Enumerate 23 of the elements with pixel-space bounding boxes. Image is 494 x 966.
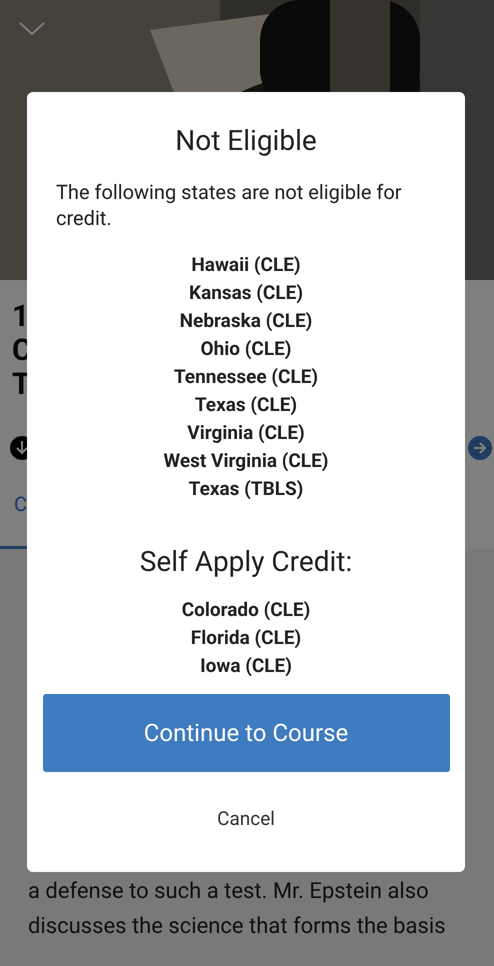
state-name: Colorado (CLE) — [182, 597, 310, 623]
state-name: Texas (CLE) — [194, 392, 298, 418]
dialog-message: The following states are not eligible for credit. — [56, 179, 403, 231]
state-name: Iowa (CLE) — [200, 653, 292, 679]
course-title: 1 — [12, 300, 30, 334]
state-name: Florida (CLE) — [190, 625, 302, 651]
description-text: a defense to such a test. Mr. Epstein also — [28, 878, 429, 906]
chevron-down-icon[interactable] — [19, 22, 45, 36]
state-name: Ohio (CLE) — [200, 336, 292, 362]
state-name: Nebraska (CLE) — [180, 308, 312, 334]
arrow-right-icon[interactable] — [468, 436, 492, 460]
cancel-button[interactable]: Cancel — [209, 805, 283, 834]
dialog-title: Not Eligible — [175, 127, 317, 155]
state-name: Texas (TBLS) — [188, 476, 304, 502]
state-name: West Virginia (CLE) — [164, 448, 328, 474]
section-title: Self Apply Credit: — [140, 548, 352, 576]
state-name: Kansas (CLE) — [188, 280, 304, 306]
description-text: discusses the science that forms the basis — [28, 913, 446, 941]
continue-button[interactable]: Continue to Course — [42, 694, 450, 772]
state-name: Tennessee (CLE) — [174, 364, 318, 390]
state-name: Hawaii (CLE) — [191, 252, 301, 278]
state-name: Virginia (CLE) — [187, 420, 305, 446]
tab[interactable]: C — [14, 494, 28, 514]
